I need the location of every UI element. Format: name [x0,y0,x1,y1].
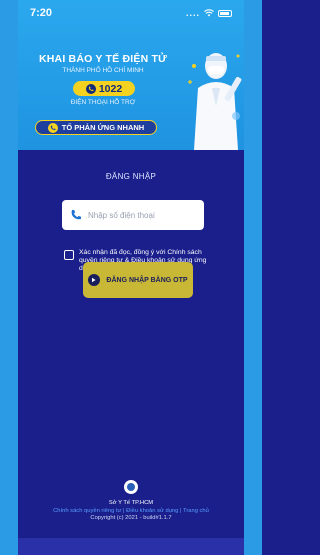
footer-org: Sở Y Tế TP.HCM [108,500,154,506]
arrow-right-icon [88,274,101,286]
consent-checkbox[interactable] [64,250,74,260]
device-frame: 7:20 .... KHAI BÁO Y TẾ ĐIỆN TỬ THÀNH PH… [0,0,262,555]
status-time: 7:20 [30,7,53,19]
phone-input[interactable] [88,210,198,220]
rapid-response-label: TỐ PHẢN ỨNG NHANH [61,123,145,132]
phone-icon [85,83,96,94]
bottom-bar [18,538,244,555]
health-department-logo [124,480,138,494]
otp-login-button[interactable]: ĐĂNG NHẬP BẰNG OTP [83,262,193,298]
footer-links[interactable]: Chính sách quyền riêng tư | Điều khoản s… [18,508,244,514]
battery-icon [218,9,232,17]
app-screen: 7:20 .... KHAI BÁO Y TẾ ĐIỆN TỬ THÀNH PH… [18,0,244,555]
otp-button-label: ĐĂNG NHẬP BẰNG OTP [106,276,188,284]
banner-title: KHAI BÁO Y TẾ ĐIỆN TỬ [38,53,168,65]
rapid-response-button[interactable]: TỐ PHẢN ỨNG NHANH [35,120,157,135]
doctor-illustration [188,53,242,150]
signal-icon: .... [185,8,200,18]
header-banner: 7:20 .... KHAI BÁO Y TẾ ĐIỆN TỬ THÀNH PH… [18,0,244,150]
wifi-icon [204,9,214,17]
status-icons: .... [186,8,232,18]
phone-icon [47,122,58,133]
footer: Sở Y Tế TP.HCM Chính sách quyền riêng tư… [18,480,244,521]
login-title: ĐĂNG NHẬP [105,172,157,181]
banner-city: THÀNH PHỐ HỒ CHÍ MINH [62,67,144,74]
footer-copyright: Copyright (c) 2021 - build#1.1.7 [90,515,172,521]
hotline-number: 1022 [98,82,123,95]
phone-input-field[interactable] [62,200,204,230]
hotline-badge[interactable]: 1022 [73,81,135,96]
phone-icon [71,210,81,220]
status-bar: 7:20 .... [18,0,244,26]
support-label: ĐIỆN THOẠI HỖ TRỢ [70,99,136,106]
